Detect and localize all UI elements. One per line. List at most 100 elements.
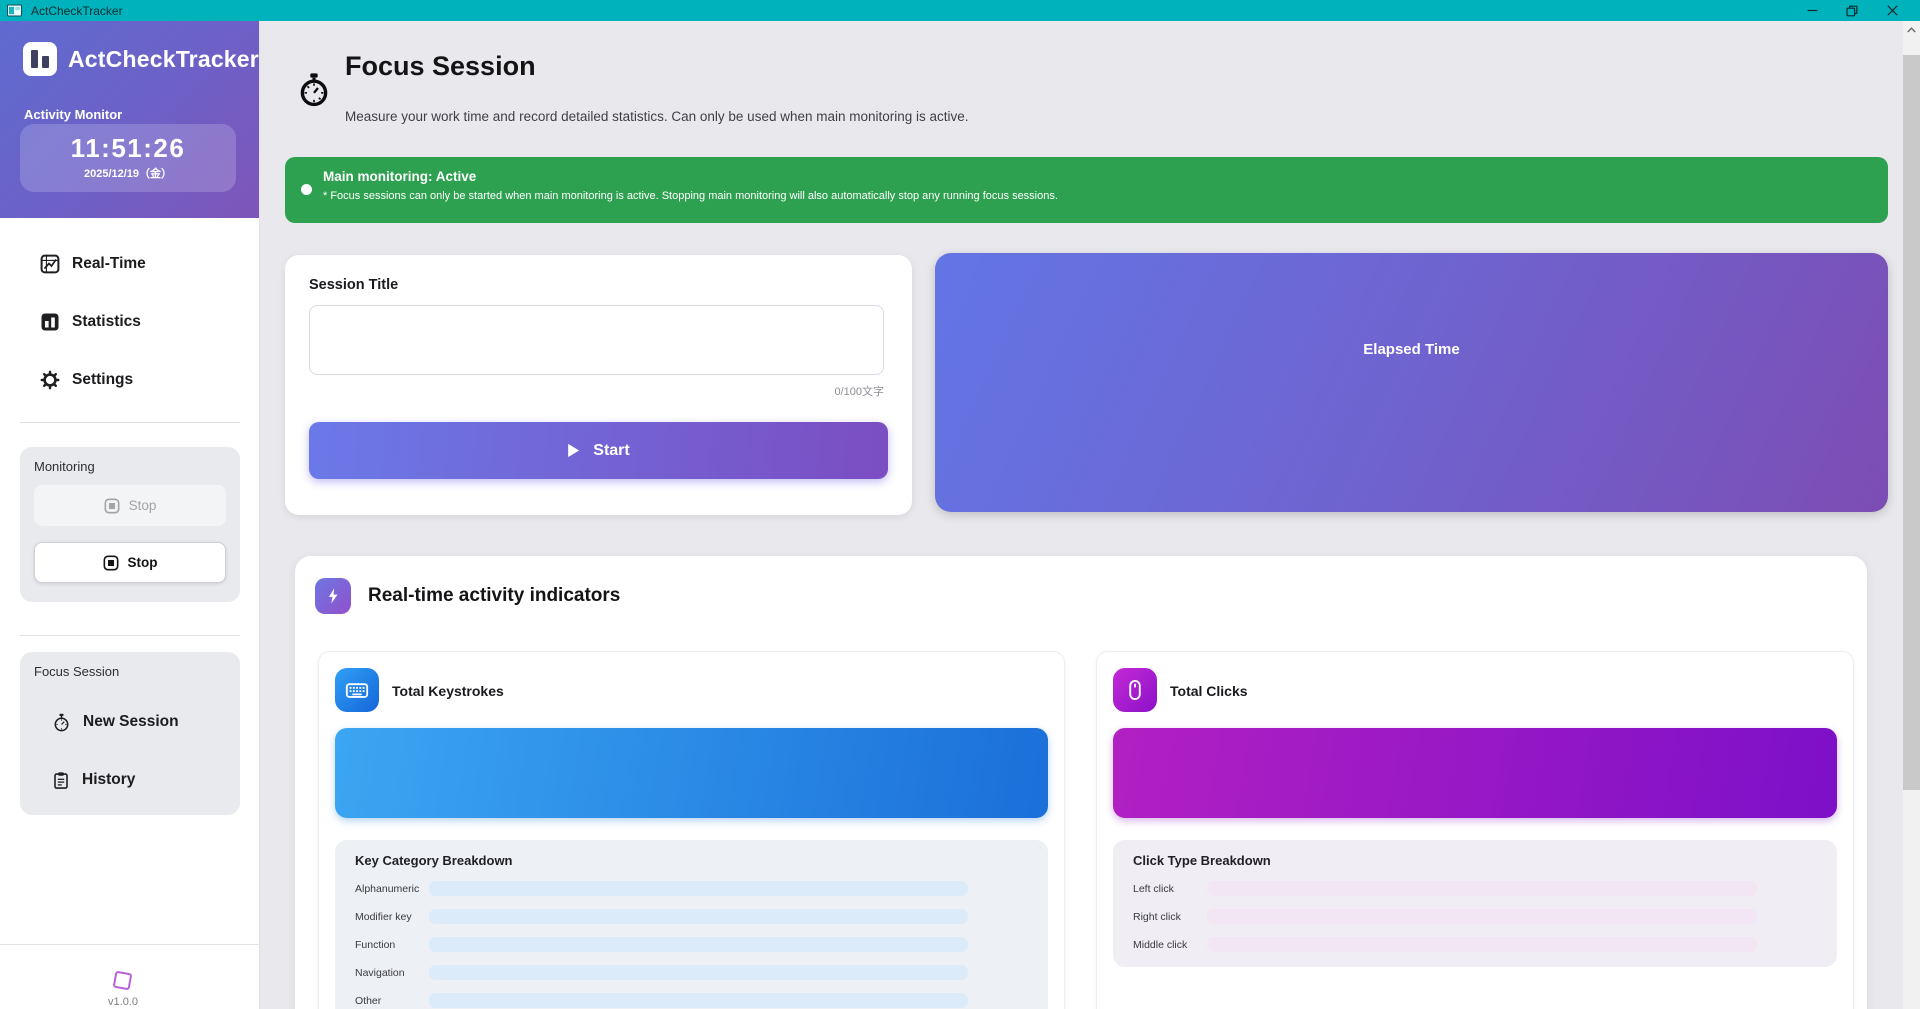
clock-card: 11:51:26 2025/12/19（金）	[20, 124, 236, 192]
sidebar-item-settings[interactable]: Settings	[0, 362, 259, 398]
session-form-card: Session Title 0/100文字 Start	[285, 255, 912, 515]
close-button[interactable]	[1872, 0, 1912, 21]
app-name: ActCheckTracker	[68, 45, 259, 72]
session-title-input[interactable]	[309, 305, 884, 375]
breakdown-row: Function	[355, 937, 1028, 952]
breakdown-row: Modifier key	[355, 909, 1028, 924]
chevron-up-icon	[1907, 26, 1916, 32]
breakdown-row: Left click	[1133, 881, 1817, 896]
sidebar-item-history[interactable]: History	[53, 762, 135, 798]
indicators-title: Real-time activity indicators	[368, 585, 621, 606]
app-window: ActCheckTracker ActCheckTracker Activity…	[0, 0, 1920, 1009]
category-bar	[429, 993, 968, 1008]
minimize-icon	[1807, 9, 1817, 12]
sidebar-item-label: New Session	[83, 713, 179, 730]
sidebar-item-label: History	[82, 771, 136, 788]
stop-monitoring-button-disabled[interactable]: Stop	[34, 485, 226, 526]
char-counter: 0/100文字	[834, 386, 884, 398]
category-bar	[1207, 937, 1757, 952]
mouse-icon	[1113, 668, 1157, 712]
sidebar-nav: Real-Time Statistics Settings	[0, 246, 259, 420]
stop-icon	[104, 498, 120, 513]
key-category-breakdown: Key Category Breakdown Alphanumeric Modi…	[335, 840, 1048, 1009]
category-label: Other	[355, 994, 382, 1007]
click-type-breakdown: Click Type Breakdown Left click Right cl…	[1113, 840, 1837, 967]
elapsed-time-card: Elapsed Time	[935, 253, 1888, 512]
play-icon	[568, 443, 580, 458]
stop-button-label: Stop	[128, 498, 157, 513]
clicks-card: Total Clicks Click Type Breakdown Left c…	[1096, 651, 1854, 1009]
category-bar	[429, 881, 968, 896]
statistics-icon	[41, 313, 59, 331]
status-dot	[301, 184, 312, 195]
sidebar-item-label: Real-Time	[72, 255, 146, 272]
activity-indicators-card: Real-time activity indicators Total Keys…	[295, 556, 1867, 1009]
keystrokes-count-display	[335, 728, 1048, 818]
keystrokes-card: Total Keystrokes Key Category Breakdown …	[318, 651, 1065, 1009]
clock-time: 11:51:26	[70, 133, 186, 163]
stopwatch-icon	[300, 73, 328, 107]
sidebar-item-label: Settings	[72, 371, 134, 388]
close-icon	[1886, 5, 1898, 16]
category-label: Navigation	[355, 966, 405, 979]
elapsed-time-label: Elapsed Time	[1363, 341, 1460, 358]
mouse-glyph	[1129, 679, 1141, 701]
category-label: Alphanumeric	[355, 882, 419, 895]
category-bar	[1207, 881, 1757, 896]
sidebar-item-real-time[interactable]: Real-Time	[0, 246, 259, 282]
start-session-button[interactable]: Start	[309, 422, 888, 479]
breakdown-title: Click Type Breakdown	[1133, 853, 1271, 868]
minimize-button[interactable]	[1792, 0, 1832, 21]
stop-button-label: Stop	[127, 555, 158, 570]
page-subtitle: Measure your work time and record detail…	[345, 109, 969, 124]
logo-row: ActCheckTracker	[22, 41, 259, 77]
sidebar-item-label: Statistics	[72, 313, 141, 330]
window-controls	[1792, 0, 1912, 21]
category-label: Modifier key	[355, 910, 412, 923]
sidebar: ActCheckTracker Activity Monitor 11:51:2…	[0, 21, 260, 1009]
monitoring-status-banner: Main monitoring: Active * Focus sessions…	[285, 157, 1888, 223]
breakdown-row: Middle click	[1133, 937, 1817, 952]
keystrokes-title: Total Keystrokes	[392, 683, 504, 699]
restore-icon	[1846, 5, 1858, 16]
restore-button[interactable]	[1832, 0, 1872, 21]
category-bar	[429, 965, 968, 980]
version-label: v1.0.0	[108, 996, 138, 1008]
focus-session-group: Focus Session New Session History	[20, 652, 240, 815]
breakdown-row: Alphanumeric	[355, 881, 1028, 896]
sidebar-item-statistics[interactable]: Statistics	[0, 304, 259, 340]
banner-title: Main monitoring: Active	[323, 169, 477, 184]
monitoring-group-title: Monitoring	[34, 459, 95, 474]
breakdown-row: Navigation	[355, 965, 1028, 980]
monitoring-group: Monitoring Stop Stop	[20, 447, 240, 602]
category-label: Middle click	[1133, 938, 1188, 951]
start-button-label: Start	[593, 441, 630, 459]
category-bar	[429, 909, 968, 924]
bolt-glyph	[328, 588, 338, 604]
sidebar-item-new-session[interactable]: New Session	[53, 704, 179, 740]
keyboard-icon	[335, 668, 379, 712]
breakdown-row: Right click	[1133, 909, 1817, 924]
focus-group-title: Focus Session	[34, 664, 120, 679]
category-label: Left click	[1133, 882, 1174, 895]
stop-icon	[103, 555, 118, 570]
footer-logo-icon	[112, 970, 133, 991]
gear-icon	[40, 370, 60, 390]
breakdown-title: Key Category Breakdown	[355, 853, 513, 868]
clicks-count-display	[1113, 728, 1837, 818]
lightning-icon	[315, 578, 351, 614]
app-icon	[7, 4, 22, 17]
clicks-title: Total Clicks	[1170, 683, 1248, 699]
category-bar	[429, 937, 968, 952]
window-title: ActCheckTracker	[31, 3, 123, 18]
divider	[20, 635, 240, 636]
category-label: Right click	[1133, 910, 1181, 923]
scrollbar-thumb[interactable]	[1903, 55, 1920, 790]
divider	[0, 944, 259, 945]
category-bar	[1207, 909, 1757, 924]
stopwatch-icon	[54, 713, 69, 731]
keyboard-glyph	[345, 683, 369, 698]
stop-monitoring-button[interactable]: Stop	[34, 542, 226, 583]
scrollbar-up-button[interactable]	[1903, 21, 1920, 38]
realtime-chart-icon	[40, 254, 60, 274]
